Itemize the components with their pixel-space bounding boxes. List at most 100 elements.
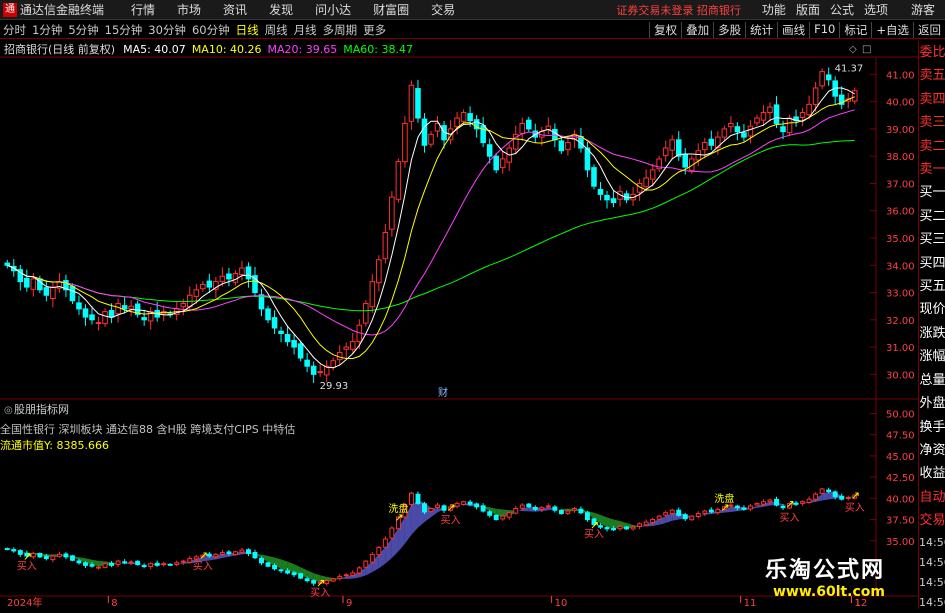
- sub-tick-label: 42.50: [886, 473, 915, 484]
- sub-panel-title[interactable]: 股朋指标网: [0, 403, 69, 416]
- sub-candle-body: [435, 504, 440, 508]
- sub-candle-body: [259, 557, 264, 564]
- buy-signal-label: 买入: [845, 502, 865, 514]
- sub-candle-body: [291, 572, 297, 576]
- low-annotation: 29.93: [320, 381, 349, 392]
- watermark: 乐淘公式网 www.60lt.com: [765, 552, 885, 600]
- candle-body: [343, 346, 350, 350]
- sub-candle-body: [493, 514, 499, 521]
- watermark-url: www.60lt.com: [772, 584, 886, 600]
- sidebar-change: 涨跌: [919, 325, 945, 341]
- sub-candle-body: [350, 572, 356, 576]
- watermark-title: 乐淘公式网: [765, 558, 886, 583]
- sub-candle-body: [232, 551, 238, 556]
- quote-sidebar: 委比 卖五 卖四 卖三 卖二 卖一 买一 买二 买三 买四 买五 现价 涨跌 涨…: [918, 41, 945, 609]
- sub-candle-body: [17, 550, 23, 555]
- candle-body: [728, 122, 734, 128]
- sub-candle-body: [122, 561, 128, 564]
- kline-chart[interactable]: 41.00 40.00 39.00 38.00 37.00 36.00 35.00 34.00…: [0, 0, 918, 609]
- sidebar-buy5: 买五: [919, 279, 945, 295]
- main-tick-label: 32.00: [886, 316, 915, 327]
- main-tick-label: 30.00: [886, 370, 915, 381]
- high-annotation: 41.37: [835, 64, 864, 75]
- candle-body: [812, 87, 819, 105]
- candle-body: [50, 286, 56, 300]
- sidebar-time-2: 14:56: [919, 575, 945, 589]
- sub-candle-body: [761, 501, 766, 505]
- sub-candle-body: [506, 512, 512, 518]
- sub-candle-body: [467, 501, 473, 505]
- sub-candle-body: [650, 519, 656, 523]
- sub-candle-body: [624, 526, 630, 530]
- sub-candle-body: [839, 495, 845, 500]
- candle-body: [799, 112, 806, 118]
- date-label: 10: [555, 598, 568, 609]
- sub-candle-body: [11, 549, 17, 552]
- main-tick-label: 33.00: [886, 289, 915, 300]
- sub-candle-body: [539, 507, 545, 510]
- sub-candle-body: [676, 509, 682, 516]
- sub-candle-body: [265, 562, 271, 567]
- sub-candle-body: [4, 548, 10, 551]
- candle-body: [408, 84, 415, 122]
- main-tick-label: 41.00: [886, 70, 915, 81]
- candle-body: [643, 177, 649, 188]
- sub-candle-body: [37, 552, 43, 558]
- sub-tick-label: 50.00: [886, 409, 915, 420]
- sub-candle-body: [226, 551, 232, 554]
- candle-body: [330, 360, 336, 368]
- sub-candle-body: [552, 506, 558, 511]
- candle-body: [304, 359, 310, 367]
- sub-candle-body: [161, 563, 167, 566]
- sub-candle-body: [213, 553, 219, 558]
- sidebar-trade[interactable]: 交易: [919, 509, 945, 532]
- sub-candle-body: [663, 512, 669, 516]
- candle-body: [271, 317, 278, 329]
- sidebar-sell5: 卖五: [919, 68, 945, 84]
- sub-candle-body: [630, 526, 636, 530]
- buy-signal-label: 买入: [193, 561, 213, 573]
- candle-body: [780, 126, 786, 133]
- sub-candle-body: [422, 503, 427, 513]
- candle-body: [297, 343, 304, 359]
- sub-candle-body: [50, 555, 56, 561]
- candle-body: [239, 267, 245, 276]
- sub-candle-body: [526, 503, 532, 508]
- candle-body: [395, 161, 402, 200]
- sub-candle-body: [441, 505, 447, 511]
- buy-signal-label: 买入: [441, 515, 461, 527]
- sub-candle-body: [128, 561, 134, 564]
- candle-body: [369, 281, 376, 308]
- candle-body: [773, 104, 780, 124]
- sub-candle-body: [69, 555, 75, 561]
- candle-body: [115, 302, 121, 315]
- sub-candle-body: [611, 528, 616, 531]
- candle-body: [558, 140, 565, 152]
- candle-body: [219, 275, 226, 283]
- sub-candle-body: [180, 560, 186, 563]
- sidebar-sell2: 卖二: [919, 138, 945, 154]
- sidebar-price: 现价: [919, 302, 945, 318]
- sub-candle-body: [83, 562, 88, 566]
- candle-body: [24, 277, 30, 288]
- sidebar-weibi: 委比: [919, 45, 945, 60]
- candle-body: [349, 341, 356, 350]
- candle-body: [95, 322, 102, 325]
- ma5-line: [7, 87, 855, 369]
- signal-arrow-icon: ↗: [720, 501, 729, 514]
- sub-candle-body: [832, 491, 838, 498]
- sub-candle-body: [356, 567, 362, 574]
- sub-candle-body: [689, 515, 695, 521]
- sidebar-auto[interactable]: 自动: [919, 486, 945, 509]
- sub-candle-body: [617, 525, 623, 530]
- candle-body: [82, 308, 89, 318]
- sub-candle-body: [813, 493, 819, 500]
- sub-candle-body: [337, 575, 343, 580]
- sidebar-buy1: 买一: [919, 185, 945, 201]
- sub-candle-body: [154, 562, 160, 566]
- sub-tick-label: 35.00: [886, 537, 915, 548]
- sidebar-outer: 外盘: [919, 396, 945, 412]
- sub-candle-body: [487, 511, 493, 516]
- candle-body: [825, 74, 832, 81]
- candle-body: [76, 302, 82, 310]
